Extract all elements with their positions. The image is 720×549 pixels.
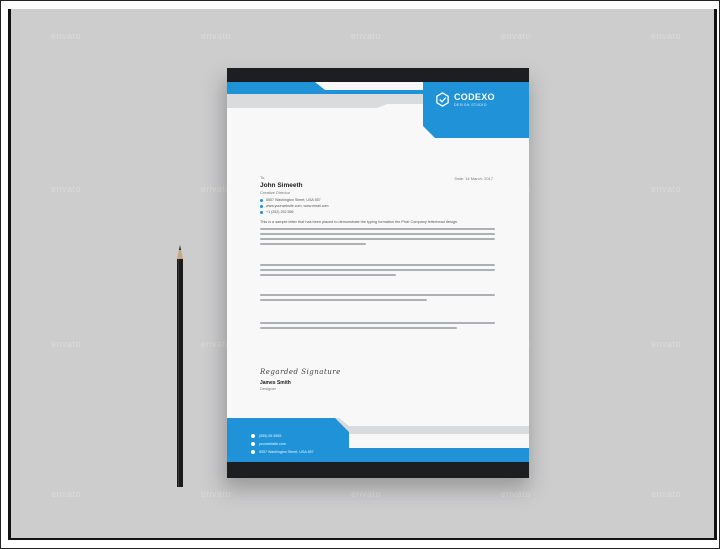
text-line [260, 327, 458, 329]
watermark: envato [51, 339, 82, 349]
footer-phone: (555) 55 5555 [251, 434, 281, 438]
brand-tagline: DESIGN STUDIO [454, 103, 487, 107]
phone-icon [251, 434, 255, 438]
recipient-role: Creative Director [260, 190, 291, 195]
text-line [260, 274, 397, 276]
watermark: envato [51, 184, 82, 194]
text-line [260, 322, 495, 324]
body-paragraph [260, 228, 495, 248]
text-line [260, 228, 495, 230]
globe-icon [251, 442, 255, 446]
text-line [260, 299, 427, 301]
watermark: envato [201, 489, 232, 499]
watermark: envato [351, 31, 382, 41]
watermark: envato [51, 489, 82, 499]
watermark: envato [651, 184, 682, 194]
body-paragraph [260, 294, 495, 304]
text-line [260, 264, 495, 266]
address-line: +1 (252) 252 556 [260, 209, 329, 215]
brand-logo: CODEXO DESIGN STUDIO [435, 92, 495, 107]
letterhead-paper: CODEXO DESIGN STUDIO To, Date: 14 March,… [227, 68, 529, 478]
watermark: envato [201, 31, 232, 41]
recipient-address: 5557 Washington Street, USA 557 www.your… [260, 197, 329, 215]
image-frame: envato envato envato envato envato envato enva… [0, 0, 720, 549]
footer-website: yourwebsite.com [251, 442, 286, 446]
watermark: envato [51, 31, 82, 41]
signer-role: Designer [260, 386, 277, 391]
location-icon [251, 450, 255, 454]
watermark: envato [351, 489, 382, 499]
watermark: envato [501, 31, 532, 41]
brand-name: CODEXO [454, 92, 495, 102]
text-line [260, 243, 366, 245]
text-line [260, 294, 495, 296]
watermark: envato [651, 31, 682, 41]
pencil-icon [177, 245, 183, 487]
text-line [260, 269, 495, 271]
letter-date: Date: 14 March, 2017 [454, 176, 493, 181]
hexagon-check-icon [436, 92, 449, 107]
watermark: envato [651, 489, 682, 499]
letterhead-footer [227, 418, 529, 478]
footer-address: 5557 Washington Street, USA 557 [251, 450, 314, 454]
to-label: To, [260, 175, 266, 180]
watermark: envato [651, 339, 682, 349]
watermark: envato [501, 489, 532, 499]
recipient-name: John Simeeth [260, 182, 303, 189]
signature: Regarded Signature [260, 368, 341, 376]
body-first-line: This is a sample letter that has been pl… [260, 220, 458, 224]
text-line [260, 233, 495, 235]
text-line [260, 238, 495, 240]
mockup-scene: envato envato envato envato envato envato enva… [8, 9, 717, 540]
body-paragraph [260, 322, 495, 332]
body-paragraph [260, 264, 495, 279]
